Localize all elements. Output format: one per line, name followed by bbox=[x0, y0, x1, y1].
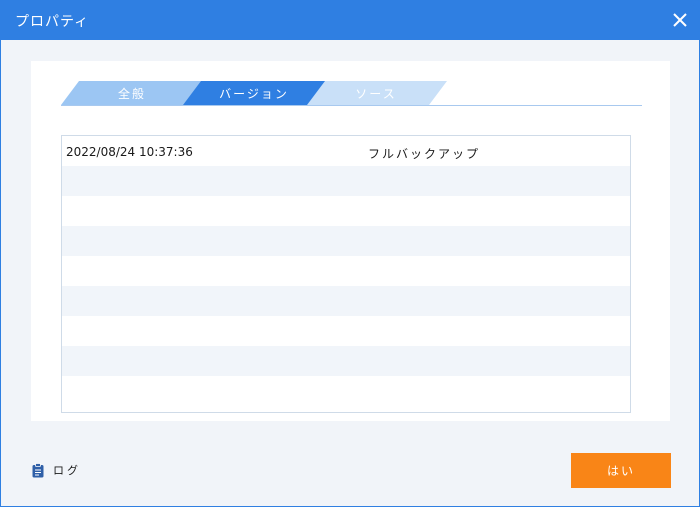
yes-button[interactable]: はい bbox=[571, 453, 671, 488]
tab-underline bbox=[61, 105, 642, 106]
tab-version[interactable]: バージョン bbox=[183, 81, 325, 105]
clipboard-icon bbox=[32, 462, 44, 477]
tab-source[interactable]: ソース bbox=[305, 81, 447, 105]
tab-general-label: 全般 bbox=[117, 86, 146, 101]
close-icon bbox=[673, 13, 687, 27]
tab-version-label: バージョン bbox=[219, 86, 289, 101]
close-button[interactable] bbox=[671, 11, 689, 29]
list-item bbox=[62, 256, 630, 286]
properties-dialog: プロパティ 全般 ソース バージョン 2022/08/24 10:37:36 フ… bbox=[0, 0, 700, 507]
tab-source-label: ソース bbox=[355, 86, 397, 101]
tab-bar: 全般 ソース バージョン bbox=[61, 81, 642, 106]
list-item bbox=[62, 316, 630, 346]
list-item bbox=[62, 196, 630, 226]
list-item bbox=[62, 346, 630, 376]
title-bar: プロパティ bbox=[1, 1, 699, 40]
log-link[interactable]: ログ bbox=[32, 461, 81, 479]
log-label: ログ bbox=[53, 464, 81, 477]
tab-general[interactable]: 全般 bbox=[61, 81, 203, 105]
list-item[interactable]: 2022/08/24 10:37:36 フルバックアップ bbox=[62, 136, 630, 166]
content-panel: 全般 ソース バージョン 2022/08/24 10:37:36 フルバックアッ… bbox=[31, 61, 670, 421]
list-item bbox=[62, 166, 630, 196]
version-list[interactable]: 2022/08/24 10:37:36 フルバックアップ bbox=[61, 135, 631, 413]
list-item bbox=[62, 376, 630, 406]
list-item bbox=[62, 286, 630, 316]
list-item bbox=[62, 226, 630, 256]
backup-date: 2022/08/24 10:37:36 bbox=[66, 145, 193, 159]
backup-type: フルバックアップ bbox=[368, 147, 481, 161]
window-title: プロパティ bbox=[15, 14, 90, 30]
